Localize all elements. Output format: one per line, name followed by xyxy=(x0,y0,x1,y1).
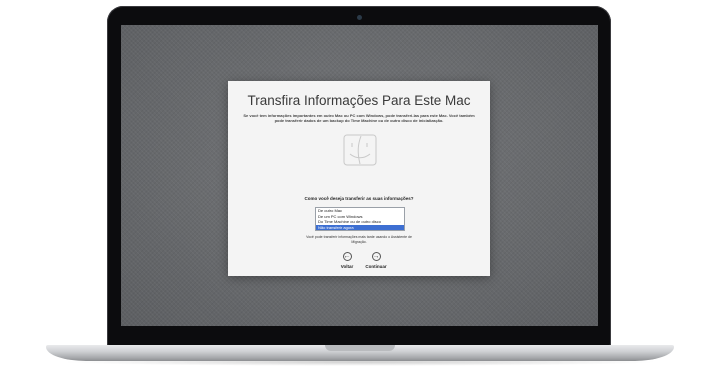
dialog-subtitle: Se você tem informações importantes em o… xyxy=(243,113,475,123)
migration-dialog: Transfira Informações Para Este Mac Se v… xyxy=(228,81,490,276)
finder-icon xyxy=(343,134,377,166)
left-arrow-icon[interactable]: ← xyxy=(342,252,352,261)
option-dont-transfer[interactable]: Não transferir agora xyxy=(316,224,404,230)
continue-button[interactable]: → Continuar xyxy=(361,252,391,269)
right-arrow-icon[interactable]: → xyxy=(371,252,381,261)
transfer-question: Como você deseja transferir as suas info… xyxy=(304,196,414,201)
back-button[interactable]: ← Voltar xyxy=(332,252,362,269)
camera-icon xyxy=(357,15,362,20)
continue-label: Continuar xyxy=(365,264,387,269)
back-label: Voltar xyxy=(340,264,354,269)
laptop-base-notch xyxy=(325,345,395,351)
migration-assistant-note: Você pode transferir informações mais ta… xyxy=(306,235,412,244)
dialog-title: Transfira Informações Para Este Mac xyxy=(247,93,471,108)
transfer-options-list[interactable]: De outro Mac De um PC com Windows Do Tim… xyxy=(315,207,405,231)
